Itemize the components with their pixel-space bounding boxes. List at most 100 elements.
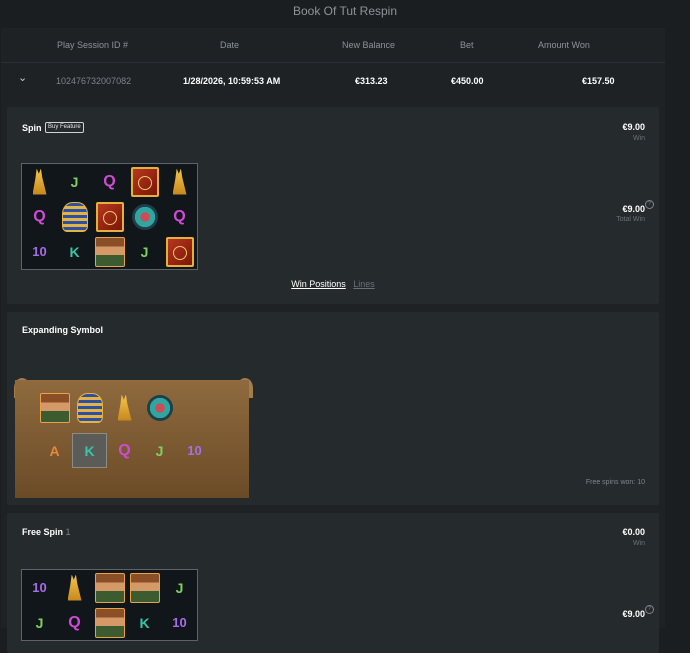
- reel-cell: 10: [162, 605, 197, 640]
- book-icon: [130, 166, 159, 197]
- reel-cell: J: [162, 570, 197, 605]
- spin-win-label: Win: [632, 135, 645, 142]
- help-icon[interactable]: ?: [645, 200, 654, 209]
- symbol-q: Q: [68, 613, 81, 631]
- free-spins-won-note: Free spins won: 10: [585, 479, 645, 486]
- table-header: Play Session ID # Date New Balance Bet A…: [1, 28, 665, 63]
- explorer-icon: [94, 607, 125, 638]
- free-spin-total-win-amount: €9.00: [622, 609, 645, 619]
- expanding-symbol-scroll: A K Q J 10: [15, 380, 249, 498]
- reel-cell: [162, 234, 197, 269]
- reel-cell: 10: [22, 234, 57, 269]
- free-spin-win-label: Win: [632, 540, 645, 547]
- expanding-symbol-option: J: [142, 433, 177, 468]
- symbol-j: J: [140, 243, 149, 260]
- expanding-symbol-option: [107, 390, 142, 425]
- symbol-k: K: [139, 614, 150, 631]
- symbol-10: 10: [32, 580, 47, 595]
- reel-cell: [92, 234, 127, 269]
- buy-feature-badge: Buy Feature: [45, 122, 84, 133]
- reel-cell: 10: [22, 570, 57, 605]
- spin-view-tabs: Win Positions Lines: [7, 279, 659, 289]
- symbol-q: Q: [33, 207, 46, 225]
- explorer-icon: [94, 572, 125, 603]
- tab-win-positions[interactable]: Win Positions: [291, 279, 346, 289]
- expanding-symbol-option: 10: [177, 433, 212, 468]
- free-spin-title: Free Spin 1: [22, 527, 71, 537]
- col-amount-won: Amount Won: [538, 40, 590, 50]
- reel-cell: [57, 199, 92, 234]
- reel-cell: Q: [92, 164, 127, 199]
- book-icon: [165, 236, 194, 267]
- tab-lines[interactable]: Lines: [353, 279, 375, 289]
- expanding-symbol-row-2: A K Q J 10: [37, 433, 212, 468]
- reel-cell: [22, 164, 57, 199]
- help-icon[interactable]: ?: [645, 605, 654, 614]
- bet-amount: €450.00: [451, 76, 484, 86]
- col-date: Date: [220, 40, 240, 50]
- new-balance: €313.23: [355, 76, 388, 86]
- reel-cell: [127, 570, 162, 605]
- history-panel: Play Session ID # Date New Balance Bet A…: [1, 28, 665, 653]
- symbol-10: 10: [187, 443, 202, 458]
- symbol-q: Q: [118, 441, 131, 459]
- reel-cell: [92, 199, 127, 234]
- free-spin-number: 1: [65, 527, 71, 537]
- cat-icon: [67, 574, 82, 601]
- selected-expanding-symbol: K: [72, 433, 107, 468]
- explorer-icon: [94, 236, 125, 267]
- reel-cell: [162, 164, 197, 199]
- spin-total-win-label: Total Win: [616, 216, 645, 223]
- symbol-j: J: [175, 579, 184, 596]
- reel-cell: K: [57, 234, 92, 269]
- table-row[interactable]: ⌄ 102476732007082 1/28/2026, 10:59:53 AM…: [1, 63, 665, 100]
- expanding-symbol-row-1: [37, 390, 177, 425]
- spin-reels-grid: J Q Q Q 10 K J: [21, 163, 198, 270]
- spin-card: Spin Buy Feature €9.00 Win ? €9.00 Total…: [7, 107, 659, 304]
- explorer-icon: [129, 572, 160, 603]
- chevron-down-icon[interactable]: ⌄: [18, 71, 27, 84]
- reel-cell: [92, 570, 127, 605]
- reel-cell: J: [22, 605, 57, 640]
- session-date: 1/28/2026, 10:59:53 AM: [183, 76, 281, 86]
- scarab-icon: [131, 203, 158, 230]
- reel-cell: K: [127, 605, 162, 640]
- expanding-symbol-option: [37, 390, 72, 425]
- symbol-q: Q: [173, 207, 186, 225]
- explorer-icon: [39, 392, 70, 423]
- symbol-10: 10: [172, 615, 187, 630]
- scarab-icon: [146, 394, 173, 421]
- expanding-symbol-option: A: [37, 433, 72, 468]
- symbol-k: K: [69, 243, 80, 260]
- window-title: Book Of Tut Respin: [292, 4, 398, 18]
- spin-total-win-amount: €9.00: [622, 204, 645, 214]
- reel-cell: [127, 199, 162, 234]
- col-new-balance: New Balance: [342, 40, 396, 50]
- symbol-q: Q: [103, 172, 116, 190]
- free-spin-win-amount: €0.00: [622, 527, 645, 537]
- symbol-j: J: [70, 173, 79, 190]
- reel-cell: Q: [22, 199, 57, 234]
- expanding-symbol-option: Q: [107, 433, 142, 468]
- reel-cell: [127, 164, 162, 199]
- pharaoh-icon: [61, 201, 88, 232]
- session-id: 102476732007082: [56, 76, 132, 86]
- pharaoh-icon: [76, 392, 103, 423]
- cat-icon: [32, 168, 47, 195]
- symbol-a: A: [49, 442, 60, 459]
- symbol-j: J: [35, 614, 44, 631]
- expanding-title: Expanding Symbol: [22, 325, 104, 335]
- col-session-id: Play Session ID #: [57, 40, 129, 50]
- symbol-j: J: [155, 442, 164, 459]
- reel-cell: [57, 570, 92, 605]
- reel-cell: Q: [162, 199, 197, 234]
- symbol-10: 10: [32, 244, 47, 259]
- spin-title: Spin: [22, 123, 42, 133]
- cat-icon: [117, 394, 132, 421]
- book-icon: [95, 201, 124, 232]
- expanding-symbol-option: [142, 390, 177, 425]
- reel-cell: J: [127, 234, 162, 269]
- reel-cell: J: [57, 164, 92, 199]
- reel-cell: [92, 605, 127, 640]
- expanding-symbol-option: [72, 390, 107, 425]
